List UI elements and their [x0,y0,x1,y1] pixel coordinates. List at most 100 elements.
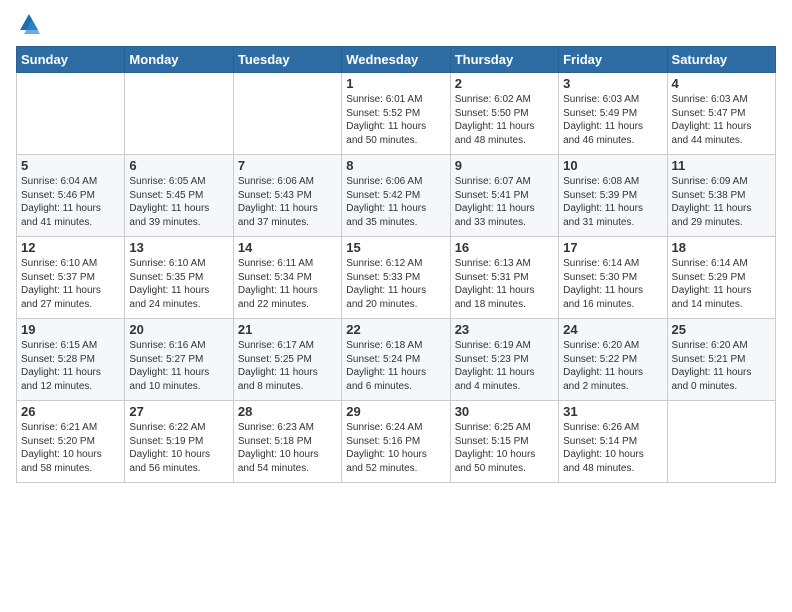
calendar-header-wednesday: Wednesday [342,47,450,73]
day-info: Sunrise: 6:22 AM Sunset: 5:19 PM Dayligh… [129,421,228,475]
day-info: Sunrise: 6:03 AM Sunset: 5:49 PM Dayligh… [563,93,662,147]
day-number: 15 [346,240,445,255]
day-number: 1 [346,76,445,91]
day-number: 30 [455,404,554,419]
day-number: 7 [238,158,337,173]
calendar-cell [125,73,233,155]
day-info: Sunrise: 6:24 AM Sunset: 5:16 PM Dayligh… [346,421,445,475]
calendar-cell: 9 Sunrise: 6:07 AM Sunset: 5:41 PM Daylig… [450,155,558,237]
calendar-cell: 31 Sunrise: 6:26 AM Sunset: 5:14 PM Dayli… [559,401,667,483]
day-info: Sunrise: 6:13 AM Sunset: 5:31 PM Dayligh… [455,257,554,311]
calendar-cell: 18Sunrise: 6:14 AM Sunset: 5:29 PM Dayli… [667,237,775,319]
calendar-cell [667,401,775,483]
calendar-cell: 21 Sunrise: 6:17 AM Sunset: 5:25 PM Dayli… [233,319,341,401]
day-info: Sunrise: 6:21 AM Sunset: 5:20 PM Dayligh… [21,421,120,475]
day-number: 14 [238,240,337,255]
calendar-cell: 22 Sunrise: 6:18 AM Sunset: 5:24 PM Dayli… [342,319,450,401]
calendar-cell: 7 Sunrise: 6:06 AM Sunset: 5:43 PM Daylig… [233,155,341,237]
day-info: Sunrise: 6:26 AM Sunset: 5:14 PM Dayligh… [563,421,662,475]
day-number: 16 [455,240,554,255]
calendar-cell: 15 Sunrise: 6:12 AM Sunset: 5:33 PM Dayli… [342,237,450,319]
calendar-cell [233,73,341,155]
calendar-cell: 6Sunrise: 6:05 AM Sunset: 5:45 PM Daylig… [125,155,233,237]
day-info: Sunrise: 6:08 AM Sunset: 5:39 PM Dayligh… [563,175,662,229]
calendar-week-row-3: 12 Sunrise: 6:10 AM Sunset: 5:37 PM Dayli… [17,237,776,319]
day-number: 10 [563,158,662,173]
day-number: 25 [672,322,771,337]
day-number: 12 [21,240,120,255]
calendar-cell: 23Sunrise: 6:19 AM Sunset: 5:23 PM Dayli… [450,319,558,401]
day-info: Sunrise: 6:10 AM Sunset: 5:37 PM Dayligh… [21,257,120,311]
calendar-cell: 8 Sunrise: 6:06 AM Sunset: 5:42 PM Daylig… [342,155,450,237]
calendar-cell: 17 Sunrise: 6:14 AM Sunset: 5:30 PM Dayli… [559,237,667,319]
day-number: 26 [21,404,120,419]
day-info: Sunrise: 6:20 AM Sunset: 5:22 PM Dayligh… [563,339,662,393]
day-number: 9 [455,158,554,173]
day-info: Sunrise: 6:07 AM Sunset: 5:41 PM Dayligh… [455,175,554,229]
day-number: 31 [563,404,662,419]
day-info: Sunrise: 6:18 AM Sunset: 5:24 PM Dayligh… [346,339,445,393]
day-number: 22 [346,322,445,337]
day-info: Sunrise: 6:02 AM Sunset: 5:50 PM Dayligh… [455,93,554,147]
calendar-table: SundayMondayTuesdayWednesdayThursdayFrid… [16,46,776,483]
day-number: 21 [238,322,337,337]
calendar-cell: 2 Sunrise: 6:02 AM Sunset: 5:50 PM Daylig… [450,73,558,155]
calendar-header-tuesday: Tuesday [233,47,341,73]
calendar-cell: 20 Sunrise: 6:16 AM Sunset: 5:27 PM Dayli… [125,319,233,401]
day-number: 29 [346,404,445,419]
day-info: Sunrise: 6:06 AM Sunset: 5:42 PM Dayligh… [346,175,445,229]
calendar-cell: 27Sunrise: 6:22 AM Sunset: 5:19 PM Dayli… [125,401,233,483]
calendar-cell: 14 Sunrise: 6:11 AM Sunset: 5:34 PM Dayli… [233,237,341,319]
calendar-header-sunday: Sunday [17,47,125,73]
calendar-cell: 19 Sunrise: 6:15 AM Sunset: 5:28 PM Dayli… [17,319,125,401]
day-number: 2 [455,76,554,91]
day-info: Sunrise: 6:09 AM Sunset: 5:38 PM Dayligh… [672,175,771,229]
day-number: 8 [346,158,445,173]
day-info: Sunrise: 6:04 AM Sunset: 5:46 PM Dayligh… [21,175,120,229]
calendar-week-row-1: 1 Sunrise: 6:01 AM Sunset: 5:52 PM Daylig… [17,73,776,155]
calendar-cell: 10 Sunrise: 6:08 AM Sunset: 5:39 PM Dayli… [559,155,667,237]
day-number: 11 [672,158,771,173]
day-info: Sunrise: 6:01 AM Sunset: 5:52 PM Dayligh… [346,93,445,147]
calendar-week-row-4: 19 Sunrise: 6:15 AM Sunset: 5:28 PM Dayli… [17,319,776,401]
calendar-header-monday: Monday [125,47,233,73]
day-info: Sunrise: 6:17 AM Sunset: 5:25 PM Dayligh… [238,339,337,393]
logo [16,16,40,34]
day-number: 5 [21,158,120,173]
day-number: 18 [672,240,771,255]
calendar-cell: 4Sunrise: 6:03 AM Sunset: 5:47 PM Daylig… [667,73,775,155]
day-info: Sunrise: 6:10 AM Sunset: 5:35 PM Dayligh… [129,257,228,311]
calendar-header-thursday: Thursday [450,47,558,73]
logo-icon [18,12,40,34]
day-info: Sunrise: 6:16 AM Sunset: 5:27 PM Dayligh… [129,339,228,393]
calendar-cell: 1 Sunrise: 6:01 AM Sunset: 5:52 PM Daylig… [342,73,450,155]
day-info: Sunrise: 6:11 AM Sunset: 5:34 PM Dayligh… [238,257,337,311]
calendar-cell: 28 Sunrise: 6:23 AM Sunset: 5:18 PM Dayli… [233,401,341,483]
calendar-cell [17,73,125,155]
calendar-cell: 24 Sunrise: 6:20 AM Sunset: 5:22 PM Dayli… [559,319,667,401]
calendar-week-row-5: 26 Sunrise: 6:21 AM Sunset: 5:20 PM Dayli… [17,401,776,483]
day-number: 28 [238,404,337,419]
day-number: 17 [563,240,662,255]
day-info: Sunrise: 6:19 AM Sunset: 5:23 PM Dayligh… [455,339,554,393]
day-info: Sunrise: 6:05 AM Sunset: 5:45 PM Dayligh… [129,175,228,229]
day-info: Sunrise: 6:12 AM Sunset: 5:33 PM Dayligh… [346,257,445,311]
day-info: Sunrise: 6:15 AM Sunset: 5:28 PM Dayligh… [21,339,120,393]
calendar-header-saturday: Saturday [667,47,775,73]
day-number: 20 [129,322,228,337]
calendar-cell: 13Sunrise: 6:10 AM Sunset: 5:35 PM Dayli… [125,237,233,319]
day-number: 24 [563,322,662,337]
page-header [16,16,776,34]
calendar-cell: 26 Sunrise: 6:21 AM Sunset: 5:20 PM Dayli… [17,401,125,483]
calendar-cell: 5 Sunrise: 6:04 AM Sunset: 5:46 PM Daylig… [17,155,125,237]
calendar-cell: 30Sunrise: 6:25 AM Sunset: 5:15 PM Dayli… [450,401,558,483]
calendar-header-row: SundayMondayTuesdayWednesdayThursdayFrid… [17,47,776,73]
day-info: Sunrise: 6:23 AM Sunset: 5:18 PM Dayligh… [238,421,337,475]
calendar-cell: 12 Sunrise: 6:10 AM Sunset: 5:37 PM Dayli… [17,237,125,319]
day-info: Sunrise: 6:14 AM Sunset: 5:30 PM Dayligh… [563,257,662,311]
day-number: 3 [563,76,662,91]
calendar-cell: 29 Sunrise: 6:24 AM Sunset: 5:16 PM Dayli… [342,401,450,483]
day-number: 19 [21,322,120,337]
calendar-cell: 3 Sunrise: 6:03 AM Sunset: 5:49 PM Daylig… [559,73,667,155]
day-info: Sunrise: 6:06 AM Sunset: 5:43 PM Dayligh… [238,175,337,229]
